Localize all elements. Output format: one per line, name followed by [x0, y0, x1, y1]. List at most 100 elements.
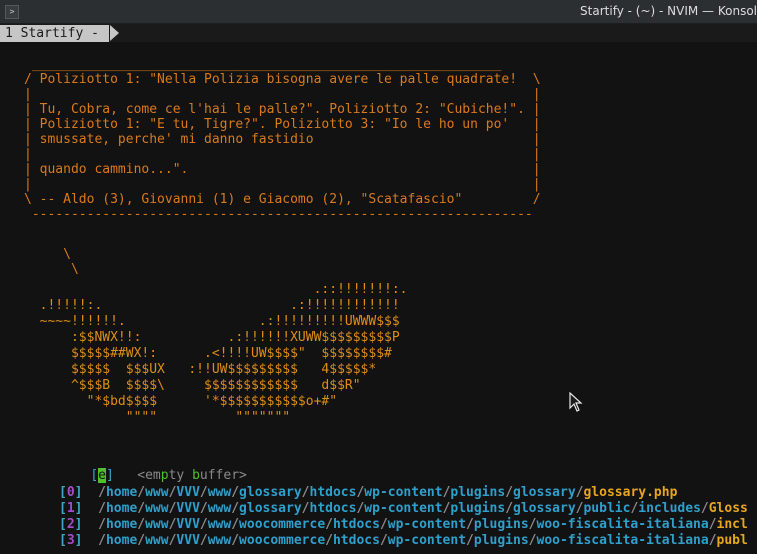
empty-buffer-label-part: em — [145, 468, 161, 483]
path-segment: home — [105, 485, 138, 500]
path-separator: / — [708, 533, 717, 548]
path-segment: VVV — [176, 485, 200, 500]
path-separator: / — [301, 501, 310, 516]
empty-buffer-index[interactable]: e — [98, 468, 106, 483]
path-separator: / — [379, 533, 388, 548]
mru-file-entry[interactable]: [3] /home/www/VVV/www/woocommerce/htdocs… — [59, 533, 748, 548]
ascii-art-line: ^$$$B $$$$\ $$$$$$$$$$$$ d$$R" — [24, 378, 361, 393]
ascii-art-line: ~~~~!!!!!!. .:!!!!!!!!!UWWW$$$ — [24, 314, 400, 329]
path-segment: home — [105, 517, 138, 532]
mru-file-entry[interactable]: [2] /home/www/VVV/www/woocommerce/htdocs… — [59, 517, 748, 532]
path-segment: woo-fiscalita-italiana — [536, 517, 709, 532]
path-separator: / — [231, 501, 240, 516]
file-name: incl — [716, 517, 748, 532]
bracket-open: [ — [59, 485, 67, 500]
path-separator: / — [199, 485, 208, 500]
path-separator: / — [98, 501, 106, 516]
path-separator: / — [199, 517, 208, 532]
mru-index[interactable]: 2 — [67, 517, 75, 532]
ascii-art-line: """" """"""" — [24, 410, 291, 425]
empty-buffer-label-part: ty — [168, 468, 193, 483]
path-separator: / — [98, 517, 106, 532]
window-titlebar: > Startify - (~) - NVIM — Konsol — [0, 0, 757, 24]
path-segment: VVV — [176, 501, 200, 516]
quote-line: / Poliziotto 1: "Nella Polizia bisogna a… — [24, 72, 541, 87]
bracket-open: [ — [90, 468, 99, 483]
path-segment: www — [145, 533, 169, 548]
mouse-pointer-icon — [569, 392, 583, 412]
path-segment: www — [207, 533, 232, 548]
path-separator: / — [137, 501, 146, 516]
bracket-close: ] — [74, 485, 83, 500]
empty-buffer-label-part: p — [160, 468, 169, 483]
bracket-close: ] — [105, 468, 114, 483]
quote-line: ----------------------------------------… — [24, 207, 533, 222]
mru-index[interactable]: 0 — [67, 485, 75, 500]
quote-line: | quando cammino...". | — [24, 162, 541, 177]
path-segment: wp-content — [364, 501, 443, 516]
path-segment: glossary — [513, 485, 576, 500]
bracket-open: [ — [59, 517, 67, 532]
quote-box-top: ________________________________________… — [24, 57, 502, 72]
path-separator: / — [231, 485, 240, 500]
path-segment: woocommerce — [239, 533, 326, 548]
quote-tail-line: \ — [24, 262, 79, 277]
path-segment: glossary — [513, 501, 576, 516]
terminal-icon[interactable]: > — [5, 5, 19, 19]
path-segment: htdocs — [309, 485, 357, 500]
startify-buffer: ________________________________________… — [0, 45, 757, 554]
quote-tail-line: \ — [24, 247, 71, 262]
ascii-art-line: .::!!!!!!!:. — [24, 282, 408, 297]
path-separator: / — [708, 517, 717, 532]
mru-file-entry[interactable]: [0] /home/www/VVV/www/glossary/htdocs/wp… — [59, 485, 677, 500]
path-separator: / — [528, 533, 537, 548]
ascii-art-line: .!!!!!:. .:!!!!!!!!!!!! — [24, 298, 400, 313]
path-separator: / — [199, 501, 208, 516]
bracket-close: ] — [74, 501, 83, 516]
path-segment: plugins — [473, 533, 529, 548]
empty-buffer-label-part: b — [192, 468, 200, 483]
bracket-close: ] — [74, 517, 83, 532]
quote-line: | Tu, Cobra, come ce l'hai le palle?". P… — [24, 102, 541, 117]
file-name: publ — [716, 533, 748, 548]
bracket-close: ] — [74, 533, 83, 548]
tab-startify[interactable]: 1 Startify - — [0, 25, 109, 42]
path-segment: wp-content — [364, 485, 443, 500]
quote-line: | | — [24, 87, 541, 102]
path-segment: VVV — [176, 517, 200, 532]
path-segment: woocommerce — [239, 517, 326, 532]
path-separator: / — [528, 517, 537, 532]
path-segment: plugins — [450, 485, 506, 500]
path-segment: wp-content — [387, 533, 467, 548]
path-separator: / — [199, 533, 208, 548]
ascii-art-line: :$$NWX!!: .:!!!!!!XUWW$$$$$$$$$P — [24, 330, 400, 345]
path-segment: home — [105, 501, 138, 516]
path-segment: www — [207, 485, 232, 500]
mru-file-entry[interactable]: [1] /home/www/VVV/www/glossary/htdocs/wp… — [59, 501, 748, 516]
path-separator: / — [700, 501, 709, 516]
path-segment: VVV — [176, 533, 200, 548]
path-segment: glossary — [239, 501, 302, 516]
path-separator: / — [466, 533, 474, 548]
path-separator: / — [301, 485, 310, 500]
quote-line: | smussate, perche' mi danno fastidio | — [24, 132, 541, 147]
path-separator: / — [325, 517, 333, 532]
path-segment: plugins — [450, 501, 506, 516]
path-segment: www — [145, 517, 169, 532]
path-separator: / — [98, 533, 106, 548]
mru-index[interactable]: 1 — [67, 501, 75, 516]
path-separator: / — [325, 533, 333, 548]
bracket-open: [ — [59, 501, 67, 516]
empty-buffer-label-part: uffer> — [199, 468, 247, 483]
window-title: Startify - (~) - NVIM — Konsol — [580, 4, 757, 18]
path-separator: / — [231, 533, 240, 548]
path-separator: / — [231, 517, 240, 532]
quote-line: | | — [24, 177, 541, 192]
path-segment: wp-content — [387, 517, 467, 532]
path-separator: / — [137, 533, 146, 548]
path-segment: www — [145, 485, 169, 500]
mru-index[interactable]: 3 — [67, 533, 75, 548]
quote-line: | | — [24, 147, 541, 162]
quote-line: \ -- Aldo (3), Giovanni (1) e Giacomo (2… — [24, 192, 541, 207]
ascii-art-line: $$$$$ $$$UX :!!UW$$$$$$$$$ 4$$$$$* — [24, 362, 377, 377]
